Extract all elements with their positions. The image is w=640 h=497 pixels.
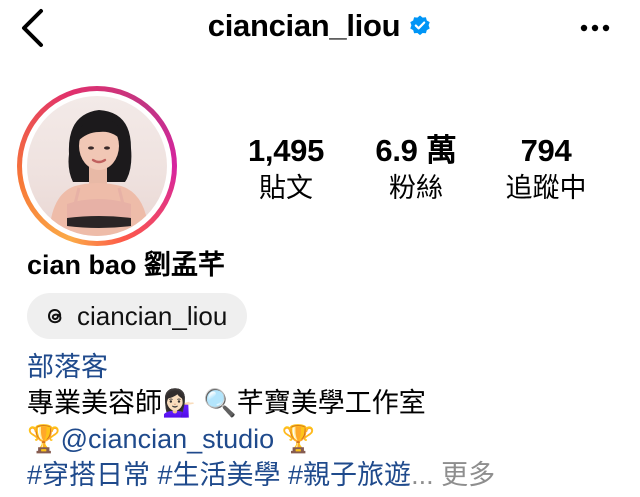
posts-count-value: 1,495 <box>247 133 325 168</box>
bio-hashtags[interactable]: #穿搭日常 #生活美學 #親子旅遊 <box>27 460 411 490</box>
followers-count-label: 粉絲 <box>389 173 443 203</box>
posts-count-label: 貼文 <box>259 173 313 203</box>
profile-username: ciancian_liou <box>207 8 401 43</box>
bio-line-3: #穿搭日常 #生活美學 #親子旅遊... 更多 <box>27 458 495 492</box>
avatar <box>27 96 167 236</box>
more-horizontal-icon <box>580 24 610 32</box>
bio-more-button[interactable]: 更多 <box>441 460 495 490</box>
trophy-emoji-right: 🏆 <box>281 424 316 454</box>
following-count-value: 794 <box>520 133 572 168</box>
more-options-button[interactable] <box>570 12 620 44</box>
bio-ellipsis: ... <box>411 460 434 490</box>
profile-category: 部落客 <box>27 352 108 382</box>
person-tipping-hand-emoji: 💁🏻‍♀️ <box>162 388 196 418</box>
threads-handle: ciancian_liou <box>77 300 228 331</box>
trophy-emoji-left: 🏆 <box>27 424 61 454</box>
bio-title-text: 專業美容師 <box>27 388 162 418</box>
followers-count[interactable]: 6.9 萬 粉絲 <box>356 134 476 205</box>
threads-icon <box>47 308 62 324</box>
following-count[interactable]: 794 追蹤中 <box>486 134 606 205</box>
studio-name: 芊寶美學工作室 <box>236 388 426 418</box>
following-count-label: 追蹤中 <box>505 173 587 203</box>
followers-count-value: 6.9 萬 <box>375 133 457 168</box>
posts-count[interactable]: 1,495 貼文 <box>226 134 346 205</box>
chevron-left-icon <box>22 9 43 47</box>
profile-header: ciancian_liou <box>0 8 640 44</box>
back-button[interactable] <box>12 6 52 50</box>
magnifier-emoji: 🔍 <box>203 388 237 418</box>
avatar-photo-illustration <box>49 110 149 236</box>
verified-badge-icon <box>410 15 430 36</box>
display-name: cian bao 劉孟芊 <box>27 250 226 280</box>
bio-line-1: 專業美容師💁🏻‍♀️ 🔍芊寶美學工作室 <box>27 386 426 420</box>
studio-mention-link[interactable]: @ciancian_studio <box>61 424 275 454</box>
threads-link-chip[interactable]: ciancian_liou <box>27 293 247 339</box>
bio-line-2: 🏆@ciancian_studio 🏆 <box>27 422 315 456</box>
story-ring[interactable] <box>17 86 177 246</box>
